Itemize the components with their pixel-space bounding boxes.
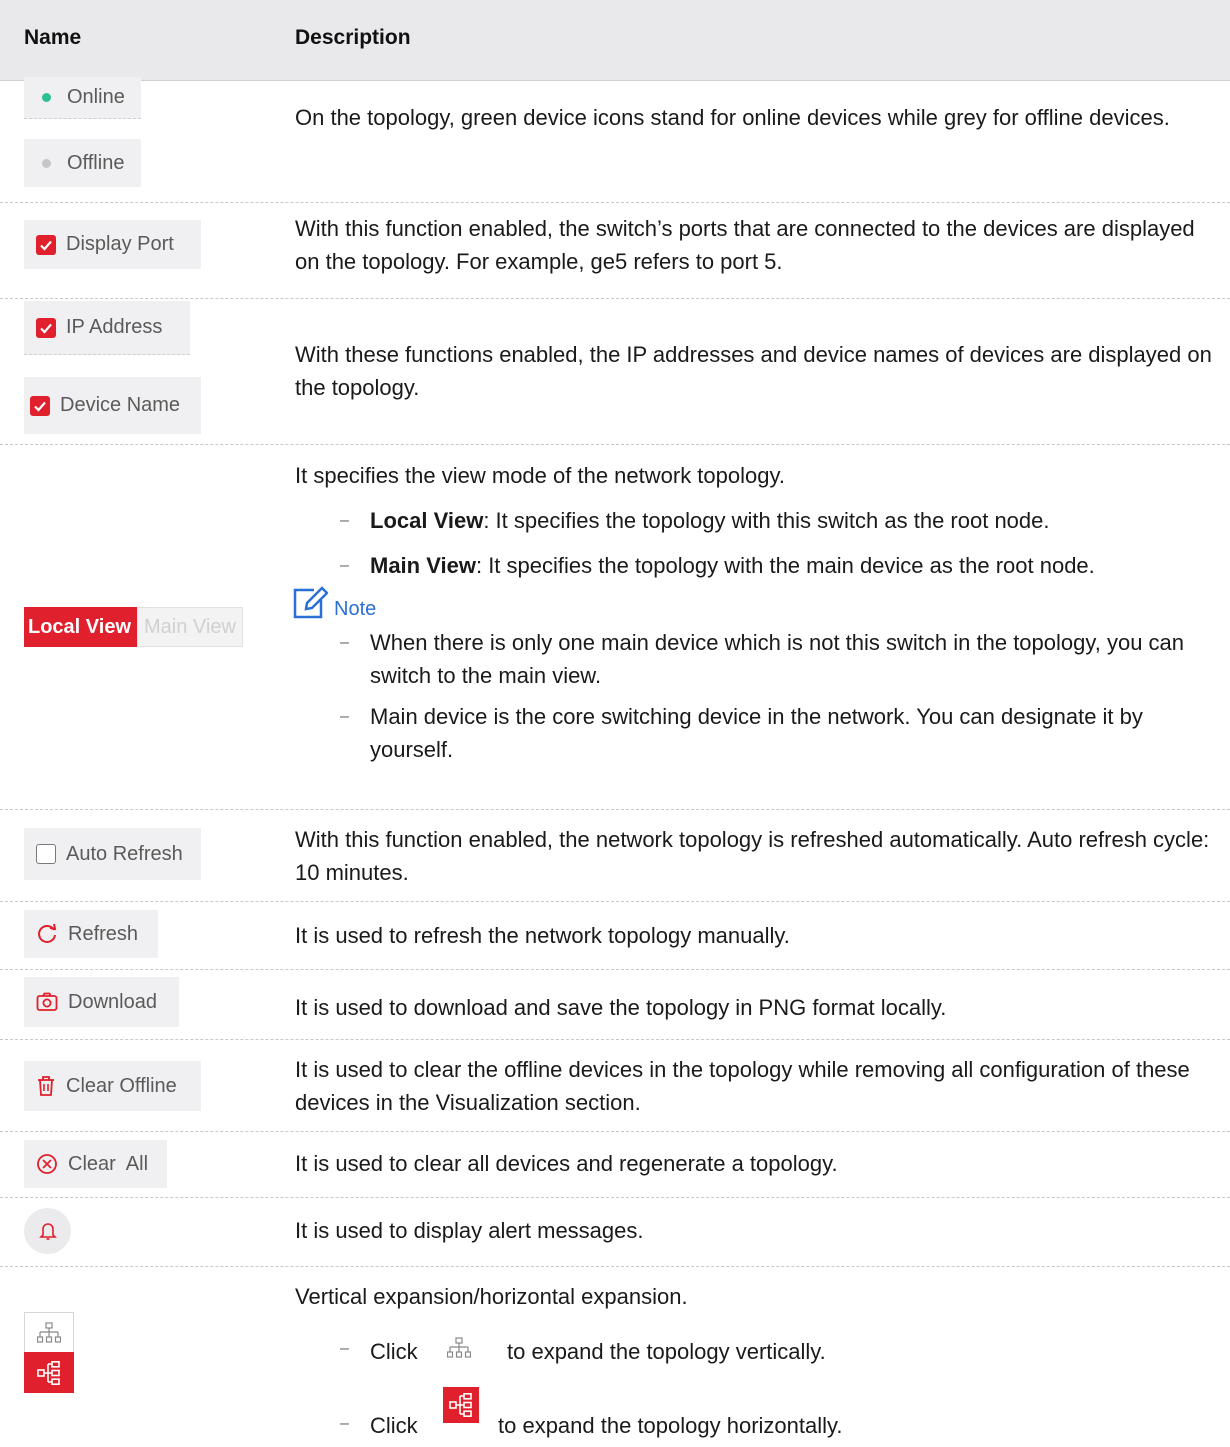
expansion-intro: Vertical expansion/horizontal expansion. [295, 1284, 688, 1309]
refresh-button[interactable]: Refresh [24, 910, 158, 958]
table-row: IP Address Device Name With these functi… [0, 299, 1230, 445]
camera-icon [36, 992, 58, 1012]
clear-offline-description: It is used to clear the offline devices … [295, 1057, 1190, 1115]
device-name-label: Device Name [60, 394, 181, 416]
ip-address-checkbox[interactable]: IP Address [24, 301, 190, 355]
vertical-expand-text: to expand the topology vertically. [507, 1339, 826, 1364]
table-row: Clear Offline It is used to clear the of… [0, 1040, 1230, 1132]
list-item: – Click to expand the topology verticall… [295, 1323, 1225, 1381]
unchecked-checkbox-icon [36, 844, 56, 864]
table-row: Clear All It is used to clear all device… [0, 1132, 1230, 1198]
clear-all-label: Clear All [68, 1152, 149, 1175]
list-item: – Click to expand the topology horizonta… [295, 1387, 1225, 1447]
table-row: Vertical expansion/horizontal expansion.… [0, 1267, 1230, 1445]
note-heading: Note [292, 586, 1225, 620]
table-header: Name Description [0, 0, 1230, 81]
display-port-checkbox[interactable]: Display Port [24, 220, 201, 269]
close-circle-icon [36, 1153, 58, 1175]
status-description: On the topology, green device icons stan… [295, 105, 1170, 130]
offline-status-legend: Offline [24, 139, 141, 187]
download-label: Download [68, 990, 157, 1013]
click-word: Click [370, 1413, 418, 1438]
local-view-term: Local View [370, 508, 484, 533]
auto-refresh-checkbox[interactable]: Auto Refresh [24, 828, 201, 880]
click-word: Click [370, 1339, 418, 1364]
table-row: Auto Refresh With this function enabled,… [0, 810, 1230, 902]
table-row: Online Offline On the topology, green de… [0, 77, 1230, 203]
display-port-description: With this function enabled, the switch’s… [295, 216, 1195, 274]
main-view-text: : It specifies the topology with the mai… [475, 553, 1095, 578]
list-item: – Main device is the core switching devic… [340, 704, 1143, 762]
checked-checkbox-icon [30, 395, 50, 416]
local-view-text: : It specifies the topology with this sw… [483, 508, 1050, 533]
clear-offline-label: Clear Offline [66, 1074, 177, 1097]
device-name-checkbox[interactable]: Device Name [24, 377, 201, 434]
note-pencil-icon [293, 586, 328, 619]
table-row: Refresh It is used to refresh the networ… [0, 902, 1230, 970]
download-description: It is used to download and save the topo… [295, 995, 947, 1020]
checked-checkbox-icon [36, 234, 56, 255]
alert-button[interactable] [24, 1208, 71, 1254]
description-column-header: Description [295, 26, 411, 49]
main-view-term: Main View [370, 553, 476, 578]
auto-refresh-label: Auto Refresh [66, 842, 183, 865]
horizontal-tree-icon [37, 1360, 61, 1385]
online-label: Online [67, 86, 125, 108]
view-mode-intro: It specifies the view mode of the networ… [295, 463, 785, 488]
alert-description: It is used to display alert messages. [295, 1218, 644, 1243]
refresh-label: Refresh [68, 922, 139, 945]
online-status-legend: Online [24, 77, 141, 119]
clear-all-button[interactable]: Clear All [24, 1140, 167, 1188]
table-row: Display Port With this function enabled,… [0, 203, 1230, 299]
note-text: When there is only one main device which… [370, 630, 1185, 688]
main-view-button[interactable]: Main View [137, 607, 243, 647]
ip-address-label: IP Address [66, 316, 163, 338]
list-item: – Local View: It specifies the topology w… [340, 508, 1050, 533]
bell-icon [38, 1221, 57, 1241]
local-view-button[interactable]: Local View [24, 607, 138, 647]
note-title: Note [334, 598, 377, 620]
online-dot-icon [42, 93, 51, 102]
ip-device-description: With these functions enabled, the IP add… [295, 342, 1212, 400]
table-row: Download It is used to download and save… [0, 970, 1230, 1040]
clear-offline-button[interactable]: Clear Offline [24, 1061, 201, 1111]
list-item: – Main View: It specifies the topology wi… [340, 553, 1095, 578]
display-port-label: Display Port [66, 233, 174, 255]
trash-icon [36, 1075, 56, 1097]
expansion-description: Vertical expansion/horizontal expansion.… [295, 1280, 1225, 1447]
view-mode-description: It specifies the view mode of the networ… [292, 459, 1225, 766]
vertical-tree-icon [443, 1332, 475, 1364]
refresh-icon [36, 923, 58, 945]
auto-refresh-description: With this function enabled, the network … [295, 827, 1210, 885]
vertical-tree-icon [37, 1322, 61, 1344]
name-column-header: Name [24, 26, 82, 49]
view-mode-toggle[interactable]: Local View Main View [24, 607, 243, 647]
horizontal-tree-icon [443, 1387, 479, 1423]
download-button[interactable]: Download [24, 977, 179, 1027]
offline-dot-icon [42, 158, 51, 168]
table-row: It is used to display alert messages. [0, 1198, 1230, 1267]
refresh-description: It is used to refresh the network topolo… [295, 923, 790, 948]
clear-all-description: It is used to clear all devices and rege… [295, 1151, 838, 1176]
horizontal-expand-button[interactable] [24, 1352, 74, 1393]
vertical-expand-button[interactable] [24, 1312, 74, 1354]
list-item: – When there is only one main device whic… [340, 630, 1185, 688]
note-text: Main device is the core switching device… [370, 704, 1143, 762]
horizontal-expand-text: to expand the topology horizontally. [498, 1413, 843, 1438]
offline-label: Offline [67, 151, 125, 174]
checked-checkbox-icon [36, 317, 56, 338]
